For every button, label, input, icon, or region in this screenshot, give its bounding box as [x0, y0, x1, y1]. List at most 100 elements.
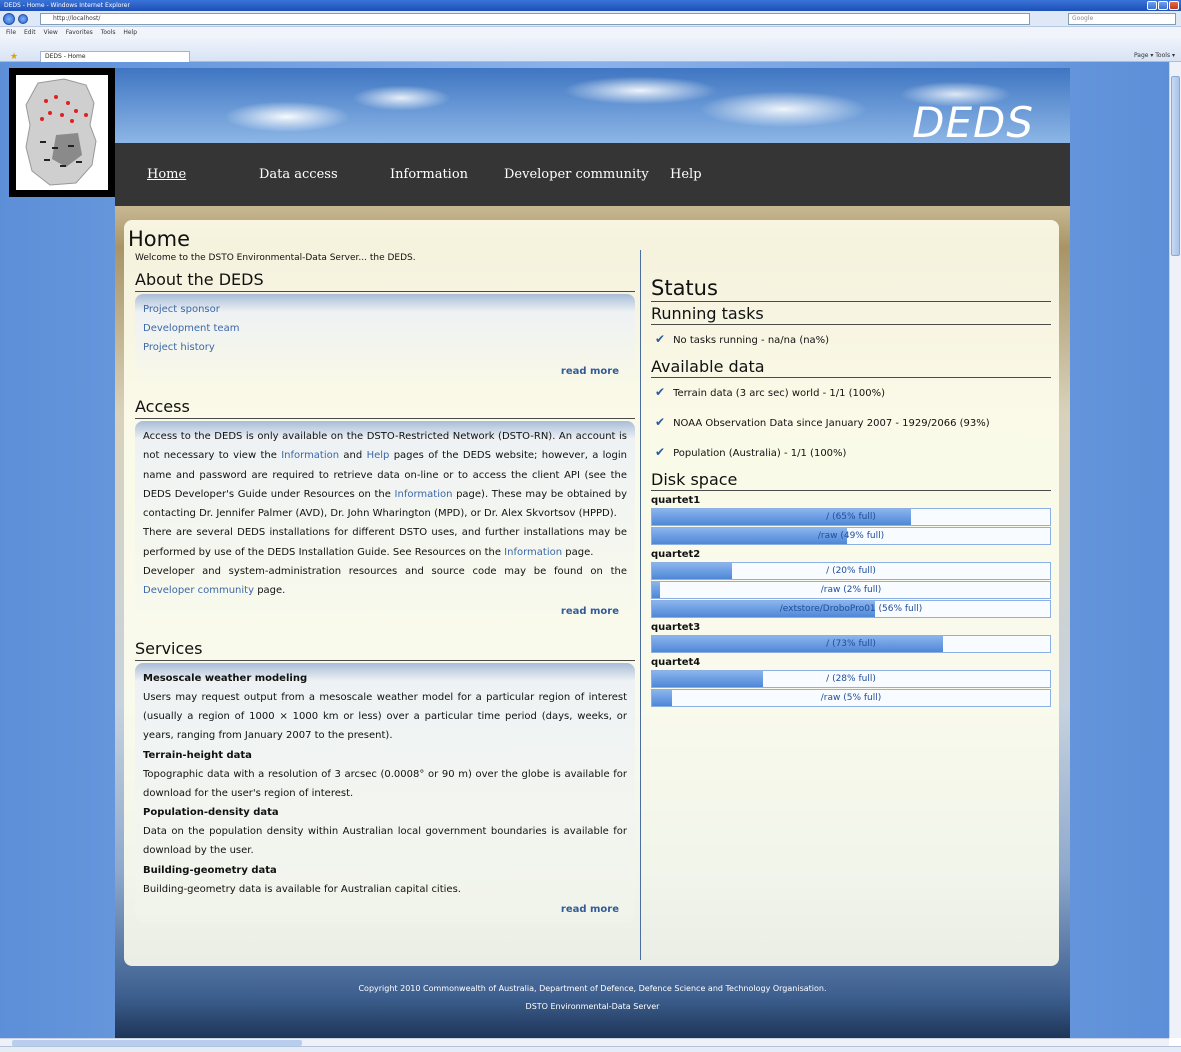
- menu-view[interactable]: View: [44, 29, 58, 36]
- disk-usage-label: / (73% full): [826, 639, 876, 649]
- close-button[interactable]: [1169, 1, 1179, 10]
- service-title: Population-density data: [143, 807, 279, 819]
- disk-usage-label: /extstore/DroboPro01 (56% full): [779, 604, 923, 614]
- disk-usage-bar: /raw (49% full): [651, 527, 1051, 545]
- check-icon: ✔: [655, 385, 666, 399]
- site-logo[interactable]: [9, 68, 115, 197]
- nav-developer-community[interactable]: Developer community: [504, 167, 649, 182]
- disk-space-heading: Disk space: [651, 470, 1051, 491]
- disk-usage-label: / (20% full): [826, 566, 876, 576]
- service-text: Users may request output from a mesoscal…: [143, 691, 627, 742]
- status-bar: [0, 1046, 1181, 1052]
- disk-usage-label: /raw (49% full): [817, 531, 885, 541]
- access-information-link-3[interactable]: Information: [504, 547, 562, 558]
- disk-usage-label: / (28% full): [826, 674, 876, 684]
- access-developer-community-link[interactable]: Developer community: [143, 585, 254, 596]
- access-heading: Access: [135, 397, 635, 419]
- status-column: Status Running tasks ✔ No tasks running -…: [651, 275, 1051, 707]
- vertical-scrollbar[interactable]: [1169, 62, 1181, 1038]
- disk-usage-bar: / (65% full): [651, 508, 1051, 526]
- about-box: Project sponsor Development team Project…: [135, 294, 635, 385]
- favorites-bar: ★ DEDS - Home Page ▾ Tools ▾: [0, 38, 1181, 62]
- services-box: Mesoscale weather modeling Users may req…: [135, 662, 635, 924]
- link-project-history[interactable]: Project history: [143, 338, 627, 357]
- disk-host-label: quartet2: [651, 549, 701, 560]
- service-title: Terrain-height data: [143, 749, 252, 761]
- menu-tools[interactable]: Tools: [101, 29, 116, 36]
- about-read-more-link[interactable]: read more: [561, 366, 619, 377]
- footer-copyright: Copyright 2010 Commonwealth of Australia…: [358, 984, 827, 993]
- horizontal-scrollbar[interactable]: [0, 1038, 1169, 1046]
- scroll-thumb[interactable]: [1171, 76, 1180, 256]
- nav-information[interactable]: Information: [390, 167, 468, 182]
- nav-data-access[interactable]: Data access: [259, 167, 338, 182]
- window-title: DEDS - Home - Windows Internet Explorer: [4, 2, 130, 9]
- main-nav: Home Data access Information Developer c…: [115, 143, 1070, 206]
- maximize-button[interactable]: [1158, 1, 1168, 10]
- nav-help[interactable]: Help: [670, 167, 702, 182]
- menu-favorites[interactable]: Favorites: [66, 29, 93, 36]
- disk-usage-label: /raw (2% full): [820, 585, 882, 595]
- disk-host-label: quartet3: [651, 622, 701, 633]
- available-data-row: ✔ Terrain data (3 arc sec) world - 1/1 (1…: [655, 385, 886, 399]
- access-read-more-link[interactable]: read more: [561, 606, 619, 617]
- service-text: Topographic data with a resolution of 3 …: [143, 768, 627, 799]
- access-paragraph-2: There are several DEDS installations for…: [143, 527, 627, 558]
- page-title: Home: [128, 227, 191, 251]
- check-icon: ✔: [655, 332, 666, 346]
- favorites-star-icon[interactable]: ★: [10, 52, 18, 62]
- disk-host-label: quartet4: [651, 657, 701, 668]
- available-data-row: ✔ Population (Australia) - 1/1 (100%): [655, 445, 847, 459]
- minimize-button[interactable]: [1147, 1, 1157, 10]
- disk-host-label: quartet1: [651, 495, 701, 506]
- disk-usage-bar: / (20% full): [651, 562, 1051, 580]
- column-divider: [640, 250, 641, 960]
- nav-home[interactable]: Home: [147, 167, 186, 182]
- disk-usage-bar: / (28% full): [651, 670, 1051, 688]
- disk-usage-label: / (65% full): [826, 512, 876, 522]
- menu-edit[interactable]: Edit: [24, 29, 36, 36]
- disk-usage-bar: /raw (2% full): [651, 581, 1051, 599]
- menu-bar: File Edit View Favorites Tools Help: [0, 27, 1181, 38]
- access-paragraph-1: Access to the DEDS is only available on …: [143, 431, 628, 520]
- access-information-link-2[interactable]: Information: [395, 489, 453, 500]
- menu-help[interactable]: Help: [123, 29, 137, 36]
- page-footer: Copyright 2010 Commonwealth of Australia…: [115, 980, 1070, 1030]
- check-icon: ✔: [655, 445, 666, 459]
- service-title: Building-geometry data: [143, 864, 277, 876]
- access-paragraph-3: Developer and system-administration reso…: [143, 566, 627, 597]
- disk-usage-bar: / (73% full): [651, 635, 1051, 653]
- running-tasks-heading: Running tasks: [651, 304, 1051, 325]
- link-development-team[interactable]: Development team: [143, 319, 627, 338]
- access-box: Access to the DEDS is only available on …: [135, 421, 635, 625]
- banner-title: DEDS: [912, 98, 1034, 147]
- check-icon: ✔: [655, 415, 666, 429]
- access-help-link[interactable]: Help: [367, 450, 390, 461]
- access-information-link[interactable]: Information: [281, 450, 339, 461]
- services-heading: Services: [135, 639, 635, 661]
- running-task-row: ✔ No tasks running - na/na (na%): [655, 332, 830, 346]
- welcome-text: Welcome to the DSTO Environmental-Data S…: [135, 253, 416, 263]
- browser-tab[interactable]: DEDS - Home: [40, 51, 190, 62]
- available-data-row: ✔ NOAA Observation Data since January 200…: [655, 415, 990, 429]
- link-project-sponsor[interactable]: Project sponsor: [143, 300, 627, 319]
- url-input[interactable]: http://localhost/: [40, 13, 1030, 25]
- services-read-more-link[interactable]: read more: [561, 904, 619, 915]
- disk-space-list: quartet1 / (65% full) /raw (49% full) quart…: [651, 494, 1051, 707]
- back-icon[interactable]: [3, 13, 15, 25]
- page-viewport: DEDS Home Data access Information Develo…: [0, 62, 1169, 1038]
- window-titlebar: DEDS - Home - Windows Internet Explorer: [0, 0, 1181, 11]
- map-logo-icon: [25, 78, 97, 186]
- left-column: Home Welcome to the DSTO Environmental-D…: [128, 227, 635, 924]
- service-title: Mesoscale weather modeling: [143, 672, 308, 684]
- disk-usage-bar: /extstore/DroboPro01 (56% full): [651, 600, 1051, 618]
- disk-usage-bar: /raw (5% full): [651, 689, 1051, 707]
- forward-icon[interactable]: [18, 14, 28, 24]
- available-data-heading: Available data: [651, 357, 1051, 378]
- site-banner: DEDS: [115, 68, 1070, 147]
- menu-file[interactable]: File: [6, 29, 16, 36]
- search-input[interactable]: Google: [1068, 13, 1176, 25]
- footer-site-name: DSTO Environmental-Data Server: [525, 1002, 660, 1011]
- command-bar[interactable]: Page ▾ Tools ▾: [1134, 52, 1175, 59]
- about-heading: About the DEDS: [135, 270, 635, 292]
